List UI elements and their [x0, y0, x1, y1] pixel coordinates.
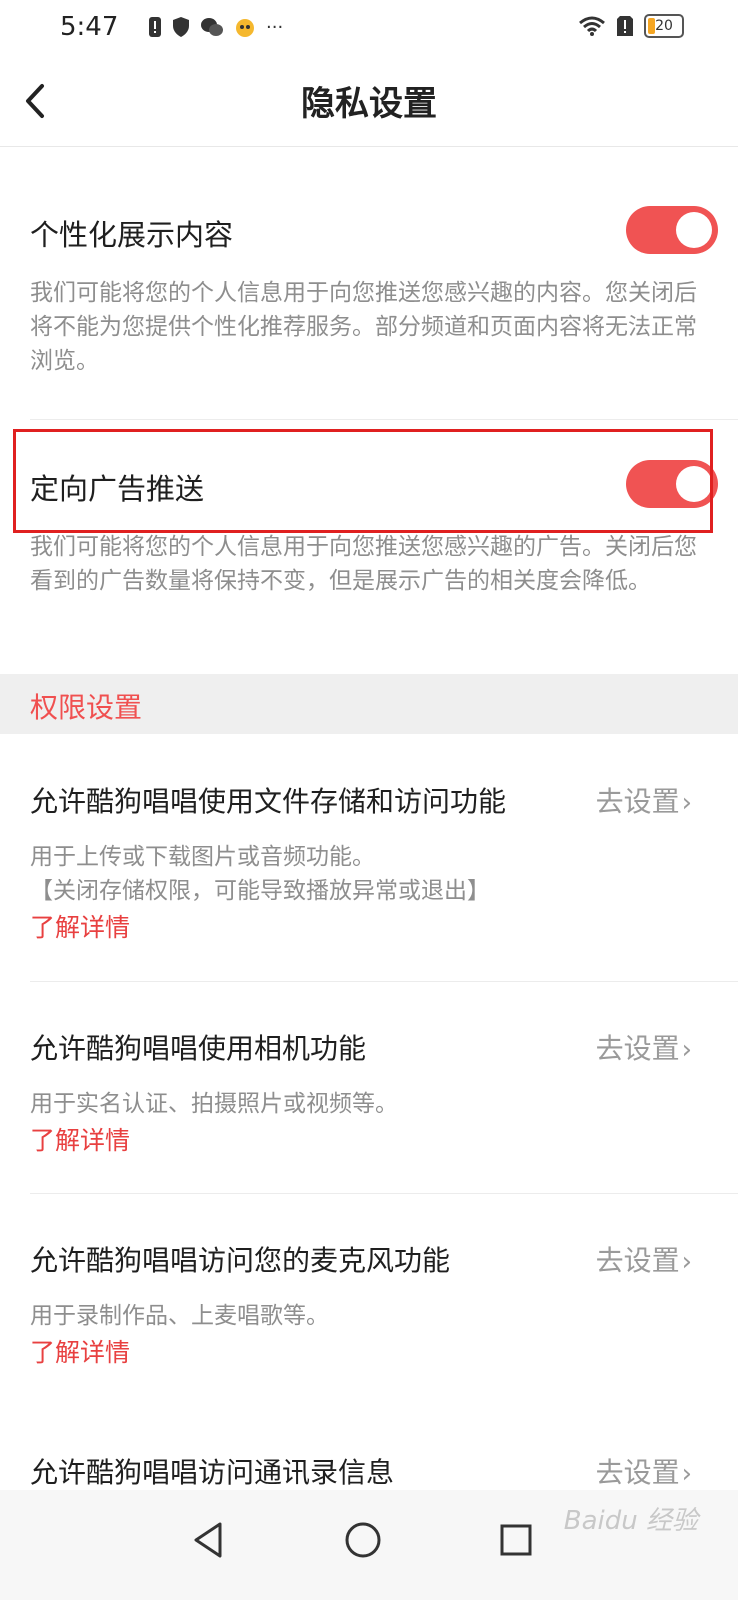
more-notifications-icon: ···: [266, 16, 284, 38]
targeted-ads-desc: 我们可能将您的个人信息用于向您推送您感兴趣的广告。关闭后您看到的广告数量将保持不…: [30, 534, 697, 594]
battery-level: 20: [655, 18, 673, 34]
chevron-right-icon: ›: [681, 1035, 692, 1065]
wechat-icon: [201, 18, 223, 36]
system-icons: 20: [578, 14, 684, 38]
personalized-title: 个性化展示内容: [30, 218, 234, 252]
battery-icon: 20: [644, 14, 684, 38]
goto-label: 去设置: [595, 785, 680, 818]
goto-label: 去设置: [595, 1456, 680, 1489]
personalized-desc: 我们可能将您的个人信息用于向您推送您感兴趣的内容。您关闭后将不能为您提供个性化推…: [30, 280, 697, 374]
highlight-box: [13, 429, 713, 533]
perm-contacts-goto[interactable]: 去设置›: [596, 1451, 692, 1491]
chevron-right-icon: ›: [681, 1247, 692, 1277]
status-bar: 5:47 ··· 20: [0, 0, 738, 56]
perm-storage-learn-more[interactable]: 了解详情: [30, 908, 130, 944]
perm-camera-goto[interactable]: 去设置›: [596, 1027, 692, 1067]
page-title: 隐私设置: [301, 84, 437, 124]
perm-storage-goto[interactable]: 去设置›: [596, 780, 692, 820]
perm-contacts-title: 允许酷狗唱唱访问通讯录信息: [30, 1456, 395, 1489]
personalized-section: 个性化展示内容 我们可能将您的个人信息用于向您推送您感兴趣的内容。您关闭后将不能…: [30, 190, 718, 420]
divider: [30, 1193, 738, 1194]
baidu-watermark: Baidu 经验: [563, 1506, 698, 1536]
perm-camera-learn-more[interactable]: 了解详情: [30, 1121, 130, 1157]
divider: [30, 419, 738, 420]
chevron-right-icon: ›: [681, 788, 692, 818]
shield-icon: [173, 17, 189, 37]
nav-back-icon[interactable]: [190, 1520, 226, 1560]
permissions-header: 权限设置: [0, 674, 738, 734]
goto-label: 去设置: [595, 1244, 680, 1277]
perm-microphone-title: 允许酷狗唱唱访问您的麦克风功能: [30, 1244, 451, 1277]
perm-microphone-goto[interactable]: 去设置›: [596, 1239, 692, 1279]
divider: [30, 981, 738, 982]
perm-camera-desc: 用于实名认证、拍摄照片或视频等。: [30, 1091, 398, 1117]
header: 隐私设置: [0, 56, 738, 147]
perm-camera-title: 允许酷狗唱唱使用相机功能: [30, 1032, 367, 1065]
goto-label: 去设置: [595, 1032, 680, 1065]
permissions-header-label: 权限设置: [30, 691, 143, 724]
nav-home-icon[interactable]: [344, 1520, 382, 1560]
perm-storage-title: 允许酷狗唱唱使用文件存储和访问功能: [30, 785, 507, 818]
app-mascot-icon: [236, 19, 254, 37]
personalized-toggle[interactable]: [626, 206, 718, 254]
wifi-icon: [579, 16, 605, 36]
perm-storage-note: 【关闭存储权限，可能导致播放异常或退出】: [30, 878, 490, 904]
chevron-right-icon: ›: [681, 1459, 692, 1489]
notification-icons: ···: [148, 16, 283, 38]
status-time: 5:47: [60, 12, 119, 42]
sim-alert-icon: [617, 16, 633, 36]
perm-storage-desc: 用于上传或下载图片或音频功能。: [30, 844, 375, 870]
nav-recents-icon[interactable]: [498, 1520, 534, 1560]
alert-icon: [149, 17, 161, 37]
perm-microphone-learn-more[interactable]: 了解详情: [30, 1333, 130, 1369]
perm-microphone-desc: 用于录制作品、上麦唱歌等。: [30, 1303, 329, 1329]
